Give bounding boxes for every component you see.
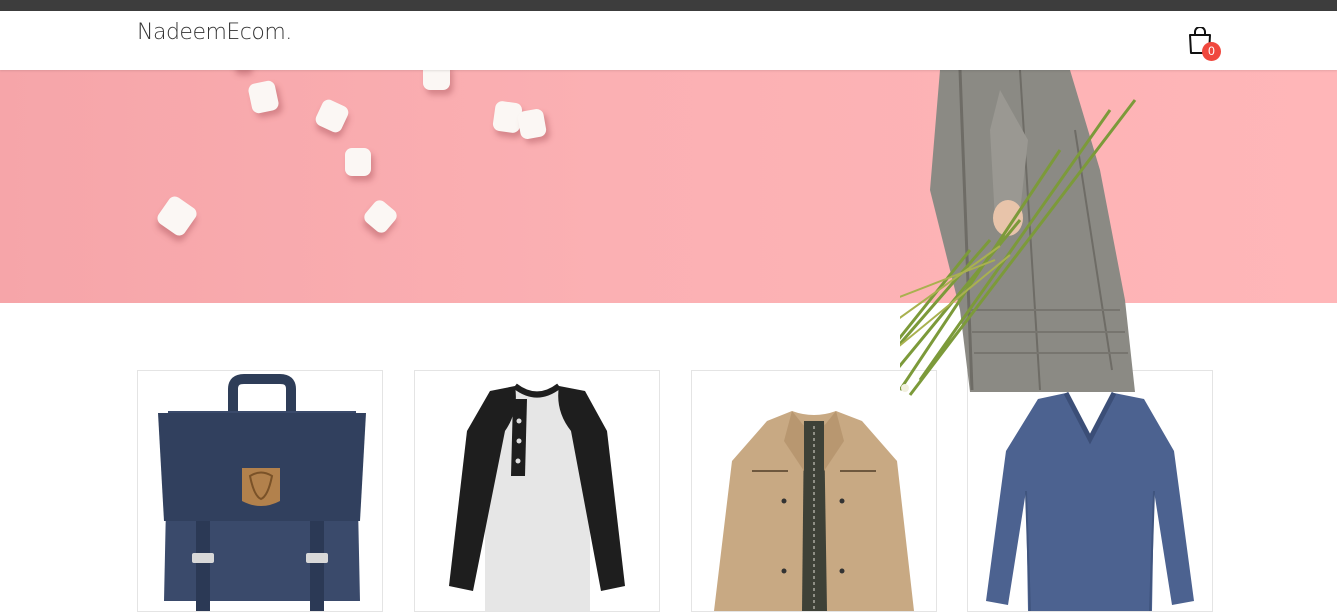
tan-jacket-image xyxy=(714,411,914,611)
top-strip xyxy=(0,0,1337,11)
navy-backpack-image xyxy=(158,374,366,611)
woman-with-flowers-image xyxy=(900,70,1137,396)
marshmallow xyxy=(361,197,400,236)
cart-button[interactable]: 0 xyxy=(1184,27,1224,63)
marshmallow xyxy=(247,79,280,115)
raglan-henley-shirt-image xyxy=(449,383,625,611)
product-card[interactable] xyxy=(414,370,660,612)
marshmallow xyxy=(516,107,548,141)
blue-vneck-sweater-image xyxy=(986,391,1194,611)
product-card[interactable] xyxy=(137,370,383,612)
cart-count-badge: 0 xyxy=(1202,42,1221,61)
marshmallow xyxy=(313,97,351,135)
product-card[interactable] xyxy=(691,370,937,612)
product-card[interactable] xyxy=(967,370,1213,612)
marshmallow xyxy=(154,193,200,239)
navbar: NadeemEcom. 0 xyxy=(0,11,1337,70)
marshmallow xyxy=(345,148,371,176)
brand-logo[interactable]: NadeemEcom. xyxy=(137,20,292,45)
